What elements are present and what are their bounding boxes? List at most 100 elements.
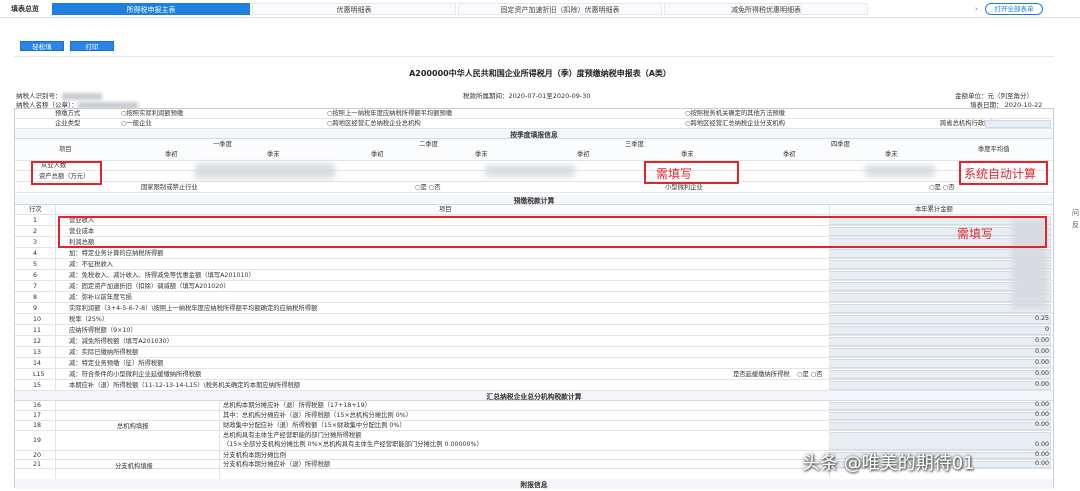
annual-amount-input[interactable] xyxy=(829,337,1051,346)
annotation-need-fill-1: 需填写 xyxy=(656,167,693,181)
annotation-need-fill-2: 需填写 xyxy=(957,227,994,241)
quarterly-section-title: 按季度填报信息 xyxy=(15,129,1053,139)
annual-amount-input[interactable] xyxy=(829,370,1051,379)
summary-amount-value: 0.00 xyxy=(1034,441,1049,448)
prepay-item-label: 应纳所得税额（9×10） xyxy=(69,327,137,334)
line-no-header: 行次 xyxy=(29,206,42,213)
q3-header: 三季度 xyxy=(625,141,644,148)
defer-payment-options[interactable]: ○是 ○否 xyxy=(797,370,823,379)
column-divider xyxy=(55,205,56,391)
q2-end-header: 季末 xyxy=(475,151,488,158)
prepay-row: 15 本期应补（退）所得税额（11-12-13-14-L15）\税务机关确定的本期… xyxy=(15,380,1053,391)
q3-end-header: 季末 xyxy=(681,151,694,158)
line-no: 6 xyxy=(33,272,38,279)
prepay-row: 6 减：免税收入、减计收入、所得减免等优惠金额（填写A201010） xyxy=(15,270,1053,281)
prepay-item-label: 加：特定业务计算的应纳税所得额 xyxy=(69,250,164,257)
summary-row: 16 总机构本期分摊应补（退）所得税额（17+18+19） 0.00 xyxy=(15,401,1053,411)
prepay-row: 4 加：特定业务计算的应纳税所得额 xyxy=(15,248,1053,259)
restricted-industry-options[interactable]: ○是 ○否 xyxy=(415,183,441,192)
annual-amount-input[interactable] xyxy=(829,326,1051,335)
line-no: 13 xyxy=(33,349,42,356)
q2-header: 二季度 xyxy=(419,141,438,148)
tax-period: 税款所属期间：2020-07-01至2020-09-30 xyxy=(463,92,591,100)
side-feedback-text[interactable]: 问反 xyxy=(1072,207,1080,231)
q2-start-header: 季初 xyxy=(371,151,384,158)
q1-end-header: 季末 xyxy=(267,151,280,158)
annotation-box-employee-assets xyxy=(31,161,102,185)
summary-amount-value: 0.00 xyxy=(1034,460,1049,467)
line-no: 7 xyxy=(33,283,38,290)
summary-item-label: 分支机构本期分摊应补（退）所得税额 xyxy=(223,461,331,468)
q1-header: 一季度 xyxy=(213,141,232,148)
tab-depreciation-detail[interactable]: 固定资产加速折旧（扣除）优惠明细表 xyxy=(458,3,662,15)
summary-amount-input[interactable] xyxy=(829,402,1051,410)
prepay-method-option-other[interactable]: ○按照税务机关确定的其他方法预缴 xyxy=(685,109,785,118)
divider xyxy=(14,56,1054,57)
annual-amount-input[interactable] xyxy=(829,359,1051,368)
line-no: 4 xyxy=(33,250,38,257)
annotation-box-need-fill-2 xyxy=(58,216,1047,248)
prepay-row: 8 减：弥补以前年度亏损 xyxy=(15,292,1053,303)
prepay-row: 5 减：不征税收入 xyxy=(15,259,1053,270)
summary-amount-input[interactable] xyxy=(829,412,1051,420)
enterprise-type-option-branch[interactable]: ○跨地区经营汇总纳税企业分支机构 xyxy=(685,119,785,128)
quarter-average-header: 季度平均值 xyxy=(978,146,1010,153)
blurred-quarter-values xyxy=(195,163,335,179)
column-divider xyxy=(219,401,220,479)
quarter-header-row: 项目 一季度 二季度 三季度 四季度 季初 季末 季初 季末 季初 季末 季初 … xyxy=(15,139,1053,161)
prepay-row: 7 减：固定资产加速折旧（扣除）调减额（填写A201020） xyxy=(15,281,1053,292)
summary-row: 19 总机构具有主体生产经营职能的部门分摊所得税额 （15×全部分支机构分摊比例 0… xyxy=(15,431,1053,451)
summary-item-label-detail: （15×全部分支机构分摊比例 0%×总机构具有主体生产经营职能部门分摊比例 0.… xyxy=(223,441,483,448)
q3-start-header: 季初 xyxy=(577,151,590,158)
prepay-row: 9 实际利润额（3+4-5-6-7-8）\按照上一纳税年度应纳税所得额平均额确定的… xyxy=(15,303,1053,314)
region-select[interactable] xyxy=(985,120,1051,128)
tab-bar: 填表总览 所得税申报主表 优惠明细表 固定资产加速折旧（扣除）优惠明细表 减免所… xyxy=(0,0,1080,18)
prepay-method-row: 预缴方式 ○按照实际利润额预缴 ○按照上一纳税年度应纳税所得额平均额预缴 ○按照… xyxy=(15,109,1053,119)
q1-start-header: 季初 xyxy=(165,151,178,158)
annual-amount-value: 0 xyxy=(1044,326,1049,333)
prepay-row: 13 减：实际已缴纳所得税额 0.00 xyxy=(15,347,1053,358)
enterprise-type-option-hq[interactable]: ○跨地区经营汇总纳税企业总机构 xyxy=(327,119,421,128)
prepay-row: 11 应纳所得税额（9×10） 0 xyxy=(15,325,1053,336)
prepay-method-option-actual[interactable]: ○按照实际利润额预缴 xyxy=(121,109,183,118)
line-no: 15 xyxy=(33,382,42,389)
enterprise-type-option-general[interactable]: ○一般企业 xyxy=(121,119,152,128)
line-no: 10 xyxy=(33,316,42,323)
summary-amount-value: 0.00 xyxy=(1034,411,1049,418)
summary-item-label: 总机构具有主体生产经营职能的部门分摊所得税额 xyxy=(223,432,362,439)
tab-overview[interactable]: 填表总览 xyxy=(2,3,48,15)
hq-fill-label: 总机构填报 xyxy=(117,423,149,430)
summary-amount-input[interactable] xyxy=(829,422,1051,430)
tax-return-form: 预缴方式 ○按照实际利润额预缴 ○按照上一纳税年度应纳税所得额平均额预缴 ○按照… xyxy=(14,108,1054,489)
annual-amount-input[interactable] xyxy=(829,348,1051,357)
summary-section-title: 汇总纳税企业总分机构税款计算 xyxy=(15,391,1053,401)
tab-preferential-detail[interactable]: 优惠明细表 xyxy=(252,3,456,15)
watermark: 头条 @唯美的期待01 xyxy=(802,453,975,474)
prepay-item-label: 减：免税收入、减计收入、所得减免等优惠金额（填写A201010） xyxy=(69,272,255,279)
tab-main-return[interactable]: 所得税申报主表 xyxy=(52,3,250,15)
tab-tax-relief-detail[interactable]: 减免所得税优惠明细表 xyxy=(664,3,868,15)
easy-fill-button[interactable]: 轻松填 xyxy=(20,41,64,51)
summary-amount-value: 0.00 xyxy=(1034,451,1049,458)
prepay-item-label: 减：符合条件的小型微利企业延缓缴纳所得税额 xyxy=(69,371,202,378)
attach-section-title: 附报信息 xyxy=(15,479,1053,489)
prepay-item-label: 减：实际已缴纳所得税额 xyxy=(69,349,139,356)
open-all-forms-button[interactable]: 打开全部表单 xyxy=(985,3,1043,15)
summary-amount-input[interactable] xyxy=(829,432,1051,450)
line-no: 12 xyxy=(33,338,42,345)
annual-amount-input[interactable] xyxy=(829,315,1051,324)
prepay-row: 10 税率（25%） 0.25 xyxy=(15,314,1053,325)
chevron-right-icon[interactable]: › xyxy=(975,5,978,13)
small-micro-options[interactable]: ○是 ○否 xyxy=(929,183,955,192)
prepay-method-option-average[interactable]: ○按照上一纳税年度应纳税所得额平均额预缴 xyxy=(327,109,452,118)
enterprise-type-label: 企业类型 xyxy=(55,120,81,127)
q4-start-header: 季初 xyxy=(783,151,796,158)
print-button[interactable]: 打印 xyxy=(70,41,114,51)
line-no: L15 xyxy=(33,371,45,378)
prepay-row: 12 减：减免所得税额（填写A201030） 0.00 xyxy=(15,336,1053,347)
blurred-quarter-values xyxy=(485,165,575,177)
summary-item-label: 其中：总机构分摊应补（退）所得税额（15×总机构分摊比例 0%） xyxy=(223,412,412,419)
annual-amount-value: 0.00 xyxy=(1034,359,1049,366)
prepay-item-label: 实际利润额（3+4-5-6-7-8）\按照上一纳税年度应纳税所得额平均额确定的应… xyxy=(69,305,318,312)
annual-amount-input[interactable] xyxy=(829,381,1051,390)
